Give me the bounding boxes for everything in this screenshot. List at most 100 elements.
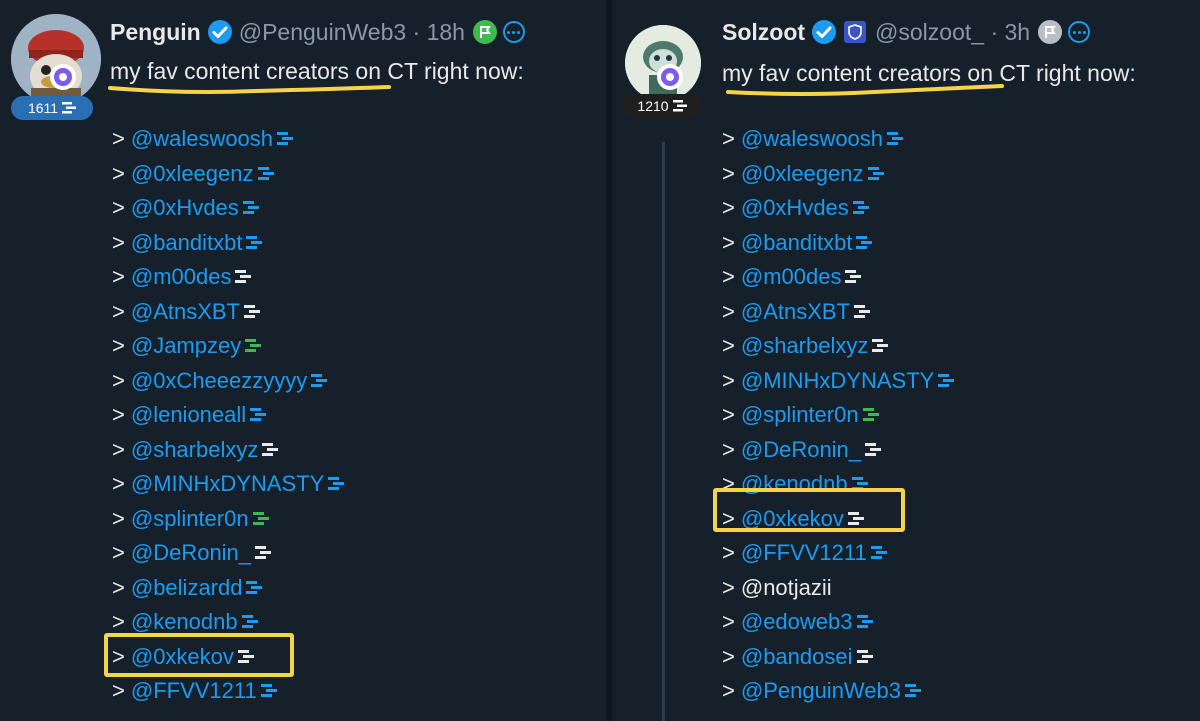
score-tag [241,615,258,629]
bullet-marker: > [722,540,735,565]
mention-link[interactable]: @banditxbt [741,226,853,261]
list-item: > @banditxbt [112,226,344,261]
list-item: > @PenguinWeb3 [722,674,954,709]
mention-link[interactable]: @DeRonin_ [741,433,861,468]
more-options-icon[interactable] [502,21,525,43]
stacked-bars-icon [62,102,77,114]
mention-link[interactable]: @notjazii [741,571,832,606]
mention-link[interactable]: @waleswoosh [741,122,883,157]
score-tag [845,270,862,284]
stacked-bars-icon [246,235,263,249]
score-tag [262,442,279,457]
yellow-underline-annotation [108,85,391,94]
score-tag [856,615,873,629]
bullet-marker: > [722,298,735,324]
score-tag [856,235,873,250]
bullet-marker: > [112,229,125,255]
mention-link[interactable]: @belizardd [131,571,243,606]
mention-link[interactable]: @splinter0n [131,502,249,537]
list-item: > @splinter0n [112,502,344,537]
verified-check-icon [811,19,837,45]
bullet-marker: > [112,471,125,496]
stacked-bars-icon [854,304,870,318]
mention-link[interactable]: @sharbelxyz [131,433,259,468]
mention-link[interactable]: @m00des [741,260,842,295]
score-tag [246,235,263,250]
flag-icon [1038,20,1063,44]
list-item: > @Jampzey [112,329,344,364]
mention-link[interactable]: @splinter0n [741,398,859,433]
score-tag [250,408,267,422]
stacked-bars-icon [262,442,279,456]
mention-link[interactable]: @FFVV1211 [741,536,867,571]
avatar[interactable] [11,14,101,104]
avatar[interactable] [625,25,701,101]
stacked-bars-icon [872,339,889,353]
mention-link[interactable]: @MINHxDYNASTY [741,364,934,399]
mention-list: > @waleswoosh > @0xleegenz > @0xHvdes > @bandit… [722,122,955,709]
score-pill[interactable]: 1210 [622,94,702,118]
mention-link[interactable]: @0xCheeezzyyyy [131,364,307,399]
handle-and-time[interactable]: @PenguinWeb3 · 18h [239,19,465,46]
mention-link[interactable]: @bandosei [741,640,853,675]
mention-link[interactable]: @0xleegenz [741,157,864,192]
score-pill[interactable]: 1611 [11,96,93,120]
score-tag [260,684,277,698]
bullet-marker: > [112,402,125,427]
mention-link[interactable]: @0xHvdes [131,191,239,226]
bullet-marker: > [722,609,735,634]
score-tag [887,132,904,146]
mention-link[interactable]: @FFVV1211 [131,674,257,709]
stacked-bars-icon [252,511,269,525]
mention-link[interactable]: @waleswoosh [131,122,273,157]
score-tag [328,477,345,491]
score-tag [865,442,882,457]
display-name[interactable]: Solzoot [722,19,805,46]
list-item: > @MINHxDYNASTY [722,364,955,399]
list-item: > @AtnsXBT [722,295,954,330]
tweet-header: Penguin @PenguinWeb3 · 18h [110,17,525,47]
stacked-bars-icon [260,684,277,698]
score-tag [938,373,955,388]
mention-link[interactable]: @sharbelxyz [741,329,869,364]
list-item: > @0xCheeezzyyyy [112,364,344,399]
score-tag [870,546,887,560]
bullet-marker: > [722,436,735,462]
thread-line [662,142,665,721]
bullet-marker: > [722,126,735,151]
mention-link[interactable]: @0xleegenz [131,157,254,192]
stacked-bars-icon [257,166,274,180]
list-item: > @waleswoosh [112,122,344,157]
mention-link[interactable]: @m00des [131,260,232,295]
mention-link[interactable]: @Jampzey [131,329,241,364]
bullet-marker: > [722,678,735,703]
stacked-bars-icon [241,615,258,629]
mention-link[interactable]: @MINHxDYNASTY [131,467,324,502]
bullet-marker: > [112,367,125,393]
handle-and-time[interactable]: @solzoot_ · 3h [875,19,1030,46]
shield-badge-icon [843,20,867,44]
more-options-icon[interactable] [1068,21,1091,43]
score-tag [862,408,879,422]
display-name[interactable]: Penguin [110,19,201,46]
mention-link[interactable]: @DeRonin_ [131,536,251,571]
stacked-bars-icon [862,408,879,422]
stacked-bars-icon [672,100,687,112]
stacked-bars-icon [865,442,882,456]
mention-link[interactable]: @edoweb3 [741,605,853,640]
avatar-image [11,14,101,104]
mention-link[interactable]: @AtnsXBT [741,295,850,330]
list-item: > @FFVV1211 [722,536,954,571]
mention-link[interactable]: @0xHvdes [741,191,849,226]
mention-link[interactable]: @AtnsXBT [131,295,240,330]
mention-link[interactable]: @PenguinWeb3 [741,674,901,709]
mention-link[interactable]: @lenioneall [131,398,246,433]
list-item: > @belizardd [112,571,344,606]
stacked-bars-icon [245,339,262,353]
mention-link[interactable]: @banditxbt [131,226,243,261]
list-item: > @bandosei [722,640,954,675]
stacked-bars-icon [277,132,294,146]
list-item: > @MINHxDYNASTY [112,467,345,502]
list-item: > @0xleegenz [112,157,344,192]
stacked-bars-icon [246,580,263,594]
